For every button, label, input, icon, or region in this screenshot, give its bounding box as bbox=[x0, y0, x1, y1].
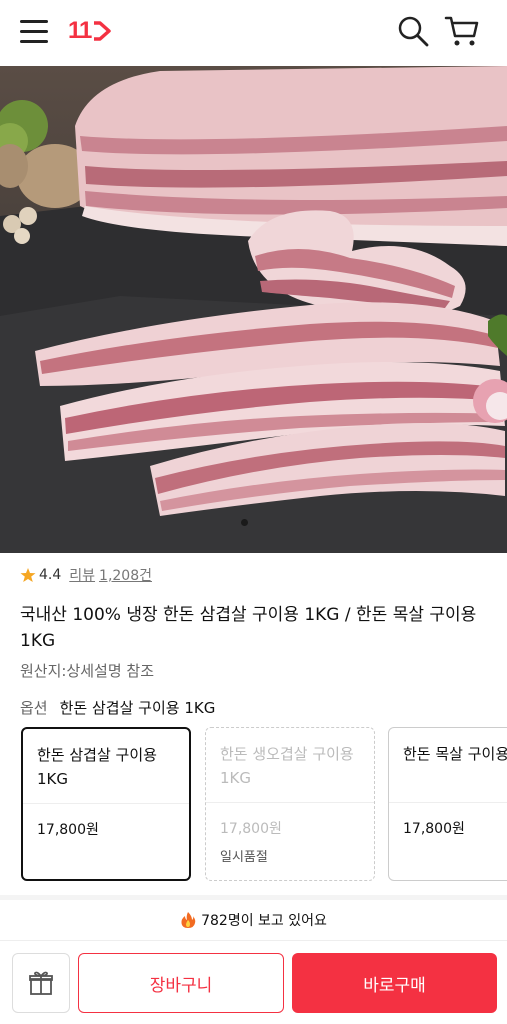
logo-text: 11 bbox=[68, 17, 92, 44]
option-card-name: 한돈 삼겹살 구이용 1KG bbox=[37, 746, 157, 788]
carousel-indicator bbox=[0, 519, 507, 529]
option-row: 옵션 한돈 삼겹살 구이용 1KG bbox=[20, 697, 215, 718]
star-icon bbox=[20, 568, 36, 582]
viewers-text: 782명이 보고 있어요 bbox=[201, 913, 327, 929]
option-card-name: 한돈 목살 구이용 1KG bbox=[403, 745, 507, 763]
option-card-name: 한돈 생오겹살 구이용 1KG bbox=[220, 745, 354, 787]
option-card-price: 17,800원 bbox=[37, 822, 99, 838]
product-image[interactable] bbox=[0, 66, 507, 553]
option-card-divider bbox=[389, 802, 507, 803]
option-card-divider bbox=[23, 803, 189, 804]
add-to-cart-button[interactable]: 장바구니 bbox=[78, 953, 284, 1013]
pork-belly-illustration bbox=[0, 66, 507, 553]
option-card-price: 17,800원 bbox=[403, 821, 465, 837]
option-card[interactable]: 한돈 목살 구이용 1KG 17,800원 bbox=[388, 727, 507, 881]
menu-icon[interactable] bbox=[20, 18, 48, 44]
search-icon[interactable] bbox=[396, 14, 430, 48]
top-header: 11 bbox=[0, 0, 507, 66]
option-card[interactable]: 한돈 생오겹살 구이용 1KG 17,800원 일시품절 bbox=[205, 727, 375, 881]
option-cards: 한돈 삼겹살 구이용 1KG 17,800원 한돈 생오겹살 구이용 1KG 1… bbox=[0, 727, 507, 883]
gift-icon bbox=[29, 971, 53, 995]
review-count[interactable]: 1,208건 bbox=[99, 565, 152, 585]
logo-mark-icon bbox=[94, 21, 112, 41]
gift-button[interactable] bbox=[12, 953, 70, 1013]
viewers-notice: 782명이 보고 있어요 bbox=[0, 906, 507, 934]
product-title: 국내산 100% 냉장 한돈 삼겹살 구이용 1KG / 한돈 목살 구이용 1… bbox=[20, 605, 477, 651]
section-divider bbox=[0, 895, 507, 900]
cart-icon[interactable] bbox=[444, 13, 480, 49]
carousel-dot[interactable] bbox=[241, 519, 248, 526]
option-card-divider bbox=[206, 802, 374, 803]
logo[interactable]: 11 bbox=[68, 16, 112, 46]
product-origin: 원산지:상세설명 참조 bbox=[20, 662, 155, 680]
rating-value: 4.4 bbox=[39, 567, 62, 583]
option-card-price: 17,800원 bbox=[220, 821, 282, 837]
option-card[interactable]: 한돈 삼겹살 구이용 1KG 17,800원 bbox=[21, 727, 191, 881]
review-link[interactable]: 리뷰 bbox=[69, 565, 95, 585]
option-label: 옵션 bbox=[20, 699, 48, 717]
fire-icon bbox=[181, 912, 196, 928]
rating-row: 4.4 리뷰 1,208건 bbox=[20, 565, 152, 585]
buy-now-button[interactable]: 바로구매 bbox=[292, 953, 497, 1013]
bottom-action-bar: 장바구니 바로구매 bbox=[0, 940, 507, 1024]
option-card-status: 일시품절 bbox=[220, 850, 268, 865]
option-selected-value: 한돈 삼겹살 구이용 1KG bbox=[59, 699, 216, 717]
